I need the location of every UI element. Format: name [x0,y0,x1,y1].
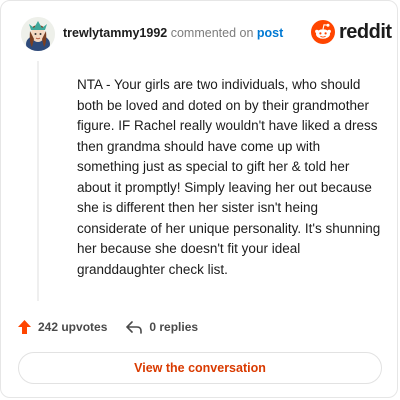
action-text: commented on [170,26,254,40]
post-link[interactable]: post [257,26,283,40]
reply-count: 0 replies [149,320,199,334]
reddit-wordmark: reddit [339,20,392,43]
comment-header: trewlytammy1992 commented on post [63,26,283,40]
reddit-snoo-icon [311,20,335,44]
username-link[interactable]: trewlytammy1992 [63,26,167,40]
view-conversation-button[interactable]: View the conversation [18,352,382,384]
thread-line [37,61,39,301]
reddit-logo[interactable]: reddit [311,20,392,44]
comment-card: trewlytammy1992 commented on post reddit… [0,0,398,398]
reply-arrow-icon [126,321,143,334]
upvote-arrow-icon [18,320,31,334]
upvote-button[interactable]: 242 upvotes [17,319,107,335]
reply-button[interactable]: 0 replies [125,320,198,334]
comment-actions: 242 upvotes 0 replies [17,319,216,335]
upvote-count: 242 upvotes [38,320,108,334]
user-avatar[interactable] [21,17,55,51]
comment-body: NTA - Your girls are two individuals, wh… [77,77,381,277]
